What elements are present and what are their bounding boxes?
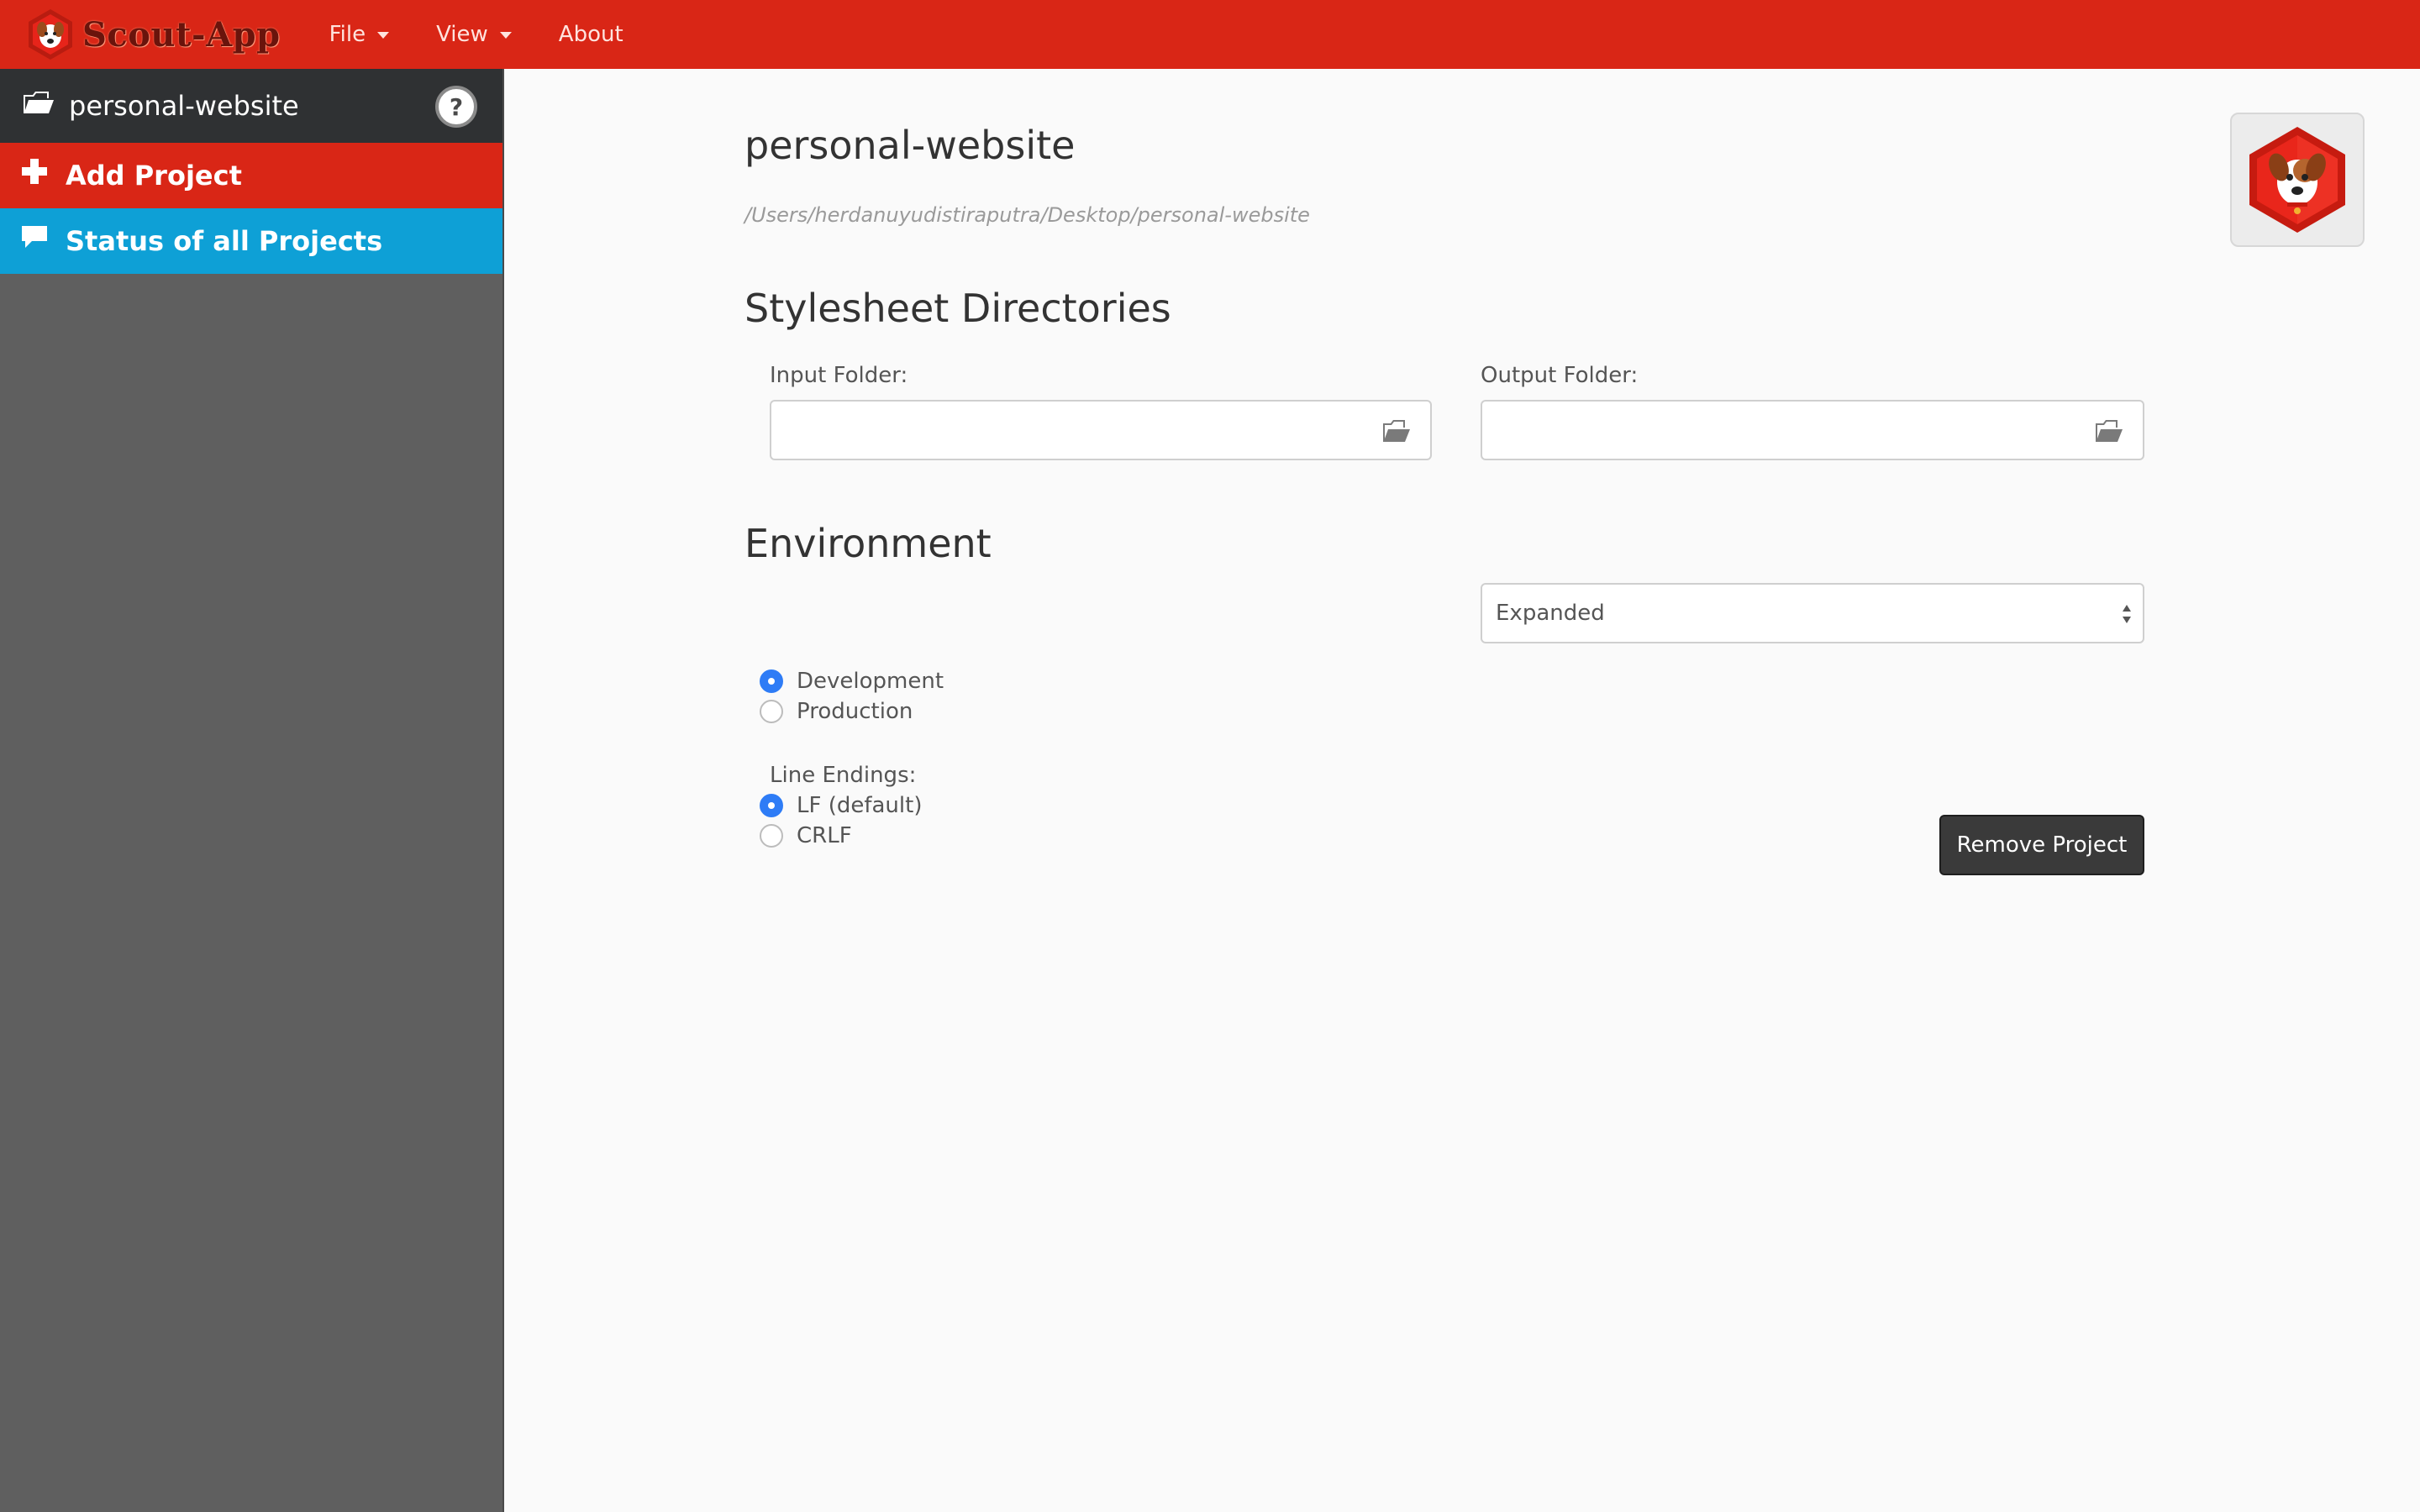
line-ending-lf-label: LF (default) [797,793,923,818]
main-menu: File View About [329,0,671,69]
page-title: personal-website [744,123,1076,168]
output-folder-label: Output Folder: [1481,363,1639,388]
output-folder-field[interactable] [1481,400,2144,460]
brand-name: Scout-App [82,14,281,55]
status-all-projects-button[interactable]: Status of all Projects [0,208,502,274]
line-ending-crlf-option[interactable]: CRLF [760,823,852,848]
menu-about[interactable]: About [559,22,623,47]
output-style-value: Expanded [1496,601,1605,626]
line-ending-lf-option[interactable]: LF (default) [760,793,922,818]
env-development-option[interactable]: Development [760,669,944,694]
scout-badge [2230,113,2365,247]
add-project-button[interactable]: Add Project [0,143,502,208]
status-all-projects-label: Status of all Projects [66,225,383,257]
env-development-label: Development [797,669,944,694]
project-path: /Users/herdanuyudistiraputra/Desktop/per… [744,203,1310,227]
line-ending-crlf-label: CRLF [797,823,852,848]
menu-about-label: About [558,22,623,47]
env-production-radio[interactable] [760,700,783,723]
env-production-label: Production [797,699,913,724]
help-button[interactable]: ? [435,86,477,128]
comment-icon [22,226,47,248]
environment-heading: Environment [744,521,992,566]
sidebar-project-name: personal-website [69,90,299,122]
scout-dog-logo-icon [29,9,72,60]
main-panel: personal-website /Users/herdanuyudistira… [506,69,2420,1512]
sidebar: personal-website ? Add Project Status of… [0,69,504,1512]
remove-project-label: Remove Project [1956,832,2128,858]
question-icon: ? [449,92,464,121]
env-production-option[interactable]: Production [760,699,913,724]
folder-open-icon [24,92,54,113]
folder-open-icon[interactable] [1381,420,1412,444]
menu-view[interactable]: View [436,22,512,47]
caret-down-icon [499,32,512,39]
input-folder-label: Input Folder: [770,363,908,388]
folder-open-icon[interactable] [2094,420,2124,444]
sidebar-project-item[interactable]: personal-website ? [0,69,502,143]
plus-icon [22,159,47,184]
env-development-radio[interactable] [760,669,783,693]
remove-project-button[interactable]: Remove Project [1939,815,2144,875]
menu-file-label: File [329,22,366,47]
line-ending-lf-radio[interactable] [760,794,783,817]
input-folder-field[interactable] [770,400,1432,460]
caret-down-icon [377,32,390,39]
updown-arrows-icon [2123,605,2131,623]
line-ending-crlf-radio[interactable] [760,824,783,848]
stylesheet-directories-heading: Stylesheet Directories [744,286,1171,331]
menu-view-label: View [436,22,488,47]
add-project-label: Add Project [66,160,242,192]
output-style-select[interactable]: Expanded [1481,583,2144,643]
line-endings-label: Line Endings: [770,763,917,788]
top-navbar: Scout-App File View About [0,0,2420,69]
brand: Scout-App [24,0,281,69]
scout-dog-badge-icon [2249,127,2345,233]
menu-file[interactable]: File [329,22,390,47]
